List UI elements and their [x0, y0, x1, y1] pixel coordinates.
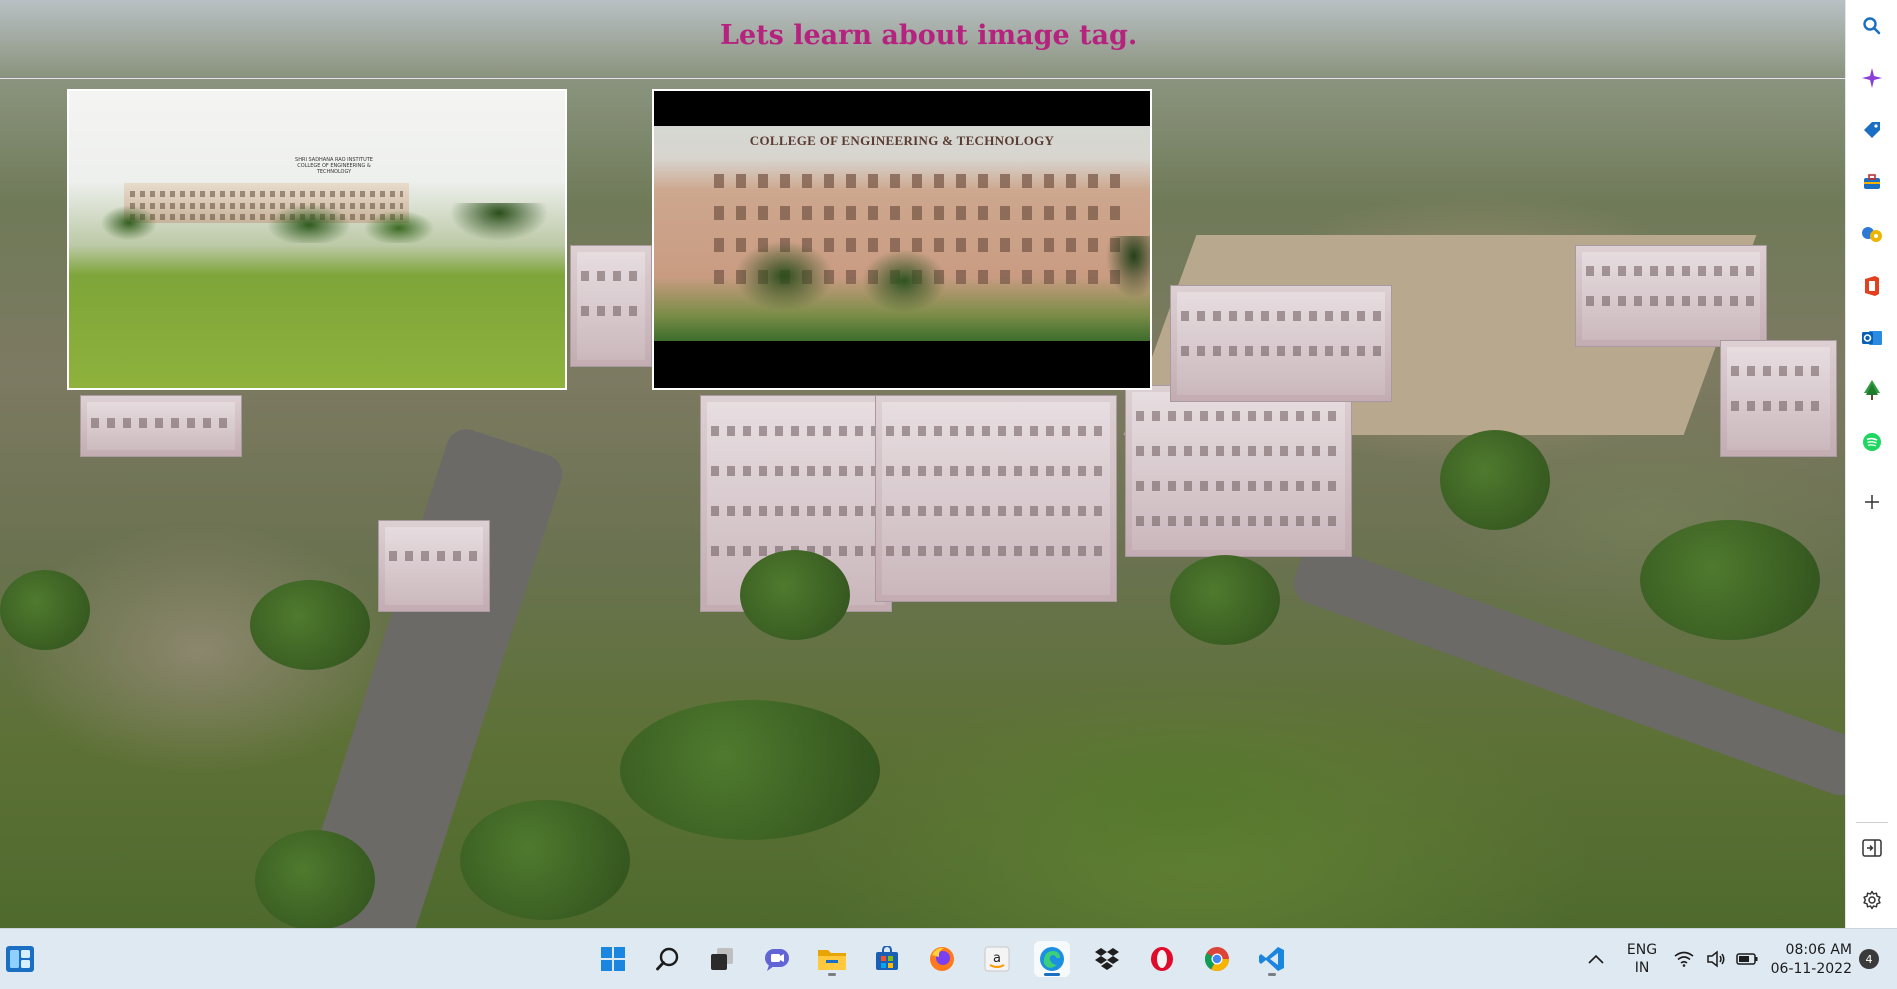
campus-building [1170, 285, 1392, 402]
outlook-icon[interactable] [1858, 324, 1886, 352]
widgets-icon[interactable] [2, 941, 38, 977]
tree [1640, 520, 1820, 640]
edge-icon[interactable] [1034, 941, 1070, 977]
photo-building [654, 126, 1150, 341]
campus-building [570, 245, 652, 367]
task-view-icon[interactable] [704, 941, 740, 977]
office-icon[interactable] [1858, 272, 1886, 300]
tree [740, 550, 850, 640]
edge-sidebar [1845, 0, 1897, 928]
campus-building [1125, 385, 1352, 557]
page-heading: Lets learn about image tag. [720, 20, 1138, 51]
search-icon[interactable] [650, 941, 686, 977]
tree [250, 580, 370, 670]
date-text: 06-11-2022 [1770, 961, 1852, 977]
vscode-icon[interactable] [1254, 941, 1290, 977]
language-code: ENG [1626, 942, 1658, 958]
campus-photo-1: SHRI SADHANA RAO INSTITUTE COLLEGE OF EN… [67, 89, 567, 390]
notification-badge[interactable]: 4 [1859, 949, 1879, 969]
tree [1440, 430, 1550, 530]
building-sign: COLLEGE OF ENGINEERING & TECHNOLOGY [749, 133, 1055, 148]
tree [460, 800, 630, 920]
opera-icon[interactable] [1144, 941, 1180, 977]
sidebar-divider [1856, 822, 1888, 823]
file-explorer-icon[interactable] [814, 941, 850, 977]
settings-icon[interactable] [1858, 886, 1886, 914]
taskbar: a ENG IN 08:06 AM 06-11-2022 4 [0, 928, 1897, 989]
battery-icon[interactable] [1731, 941, 1763, 977]
campus-building [875, 395, 1117, 602]
start-icon[interactable] [595, 941, 631, 977]
dropbox-icon[interactable] [1089, 941, 1125, 977]
spotify-icon[interactable] [1858, 428, 1886, 456]
tree-icon[interactable] [1858, 376, 1886, 404]
tree [255, 830, 375, 928]
copilot-icon[interactable] [1858, 64, 1886, 92]
chevron-up-icon[interactable] [1578, 941, 1614, 977]
horizontal-rule [0, 77, 1845, 78]
amazon-icon[interactable]: a [979, 941, 1015, 977]
campus-building [1720, 340, 1837, 457]
split-screen-icon[interactable] [1858, 834, 1886, 862]
tree [0, 570, 90, 650]
add-icon[interactable] [1858, 488, 1886, 516]
clock[interactable]: 08:06 AM 06-11-2022 [1768, 941, 1852, 979]
tools-briefcase-icon[interactable] [1858, 168, 1886, 196]
wifi-icon[interactable] [1668, 941, 1700, 977]
photo-trees [654, 236, 1150, 316]
campus-building [80, 395, 242, 457]
building-sign: SHRI SADHANA RAO INSTITUTE COLLEGE OF EN… [295, 157, 373, 175]
firefox-icon[interactable] [924, 941, 960, 977]
search-icon[interactable] [1858, 12, 1886, 40]
store-icon[interactable] [869, 941, 905, 977]
time-text: 08:06 AM [1785, 942, 1852, 958]
region-code: IN [1634, 960, 1650, 976]
chrome-icon[interactable] [1199, 941, 1235, 977]
campus-photo-2: COLLEGE OF ENGINEERING & TECHNOLOGY [652, 89, 1152, 390]
chat-icon[interactable] [759, 941, 795, 977]
svg-text:a: a [993, 951, 1001, 966]
volume-icon[interactable] [1700, 941, 1732, 977]
tree [1170, 555, 1280, 645]
tree [620, 700, 880, 840]
campus-building [378, 520, 490, 612]
photo-trees [69, 203, 565, 243]
language-indicator[interactable]: ENG IN [1622, 941, 1662, 977]
games-icon[interactable] [1858, 220, 1886, 248]
campus-building [1575, 245, 1767, 347]
shopping-tag-icon[interactable] [1858, 116, 1886, 144]
